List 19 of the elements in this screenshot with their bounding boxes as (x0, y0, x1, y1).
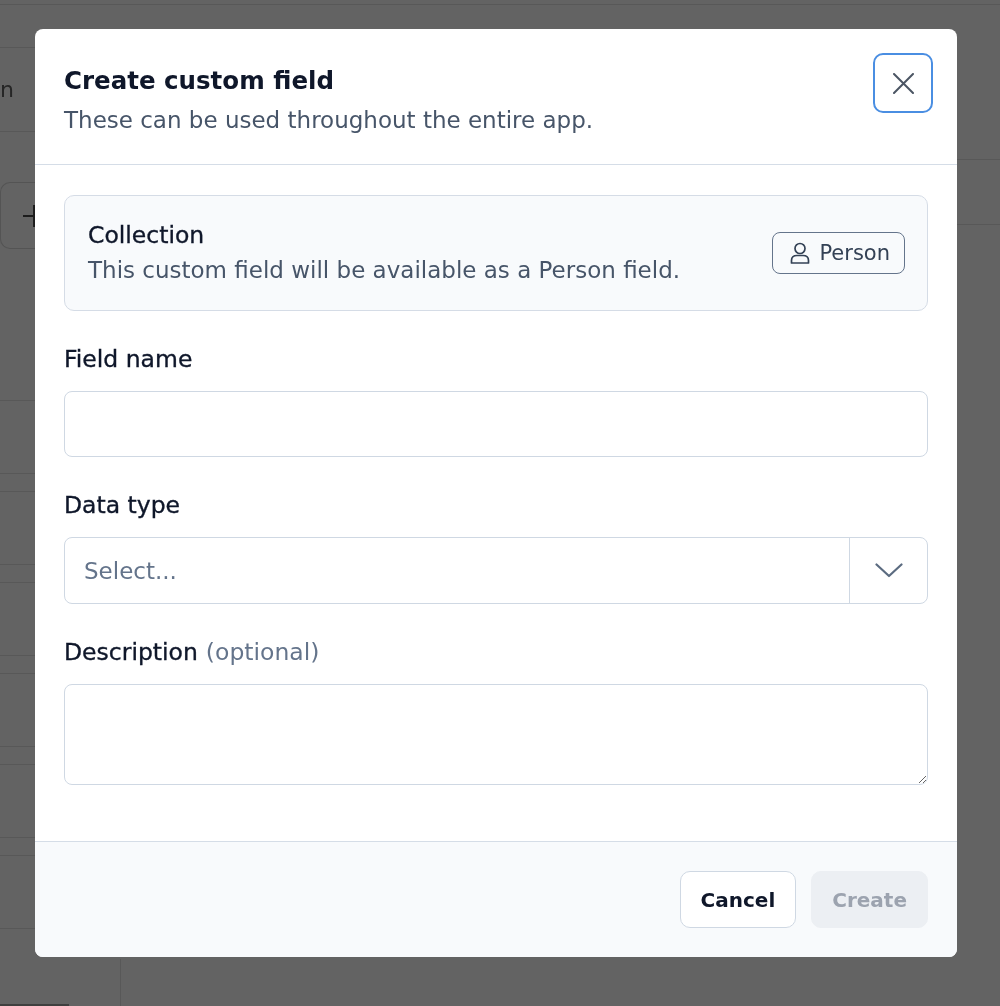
close-icon (892, 72, 914, 94)
card-description: This custom field will be available as a Person field. (88, 256, 681, 285)
textarea-field[interactable] (64, 684, 928, 785)
close-button[interactable] (873, 53, 933, 113)
optional-hint: (optional) (205, 638, 320, 666)
partial-text: n (0, 75, 14, 104)
field-label: Data type (64, 491, 181, 519)
dialog-subtitle: These can be used throughout the entire app. (64, 106, 594, 135)
input-field[interactable] (64, 391, 928, 457)
select-field[interactable]: Select... (64, 537, 928, 604)
chevron-down-icon (874, 563, 903, 578)
dialog-title: Create custom field (64, 66, 334, 96)
field-label: Description (64, 638, 198, 666)
field-label: Field name (64, 345, 193, 373)
tag-label: Person (819, 240, 890, 266)
card-title: Collection (88, 221, 205, 250)
plus-icon (23, 203, 35, 228)
user-icon (790, 242, 811, 264)
secondary-button[interactable]: Cancel (679, 871, 797, 928)
